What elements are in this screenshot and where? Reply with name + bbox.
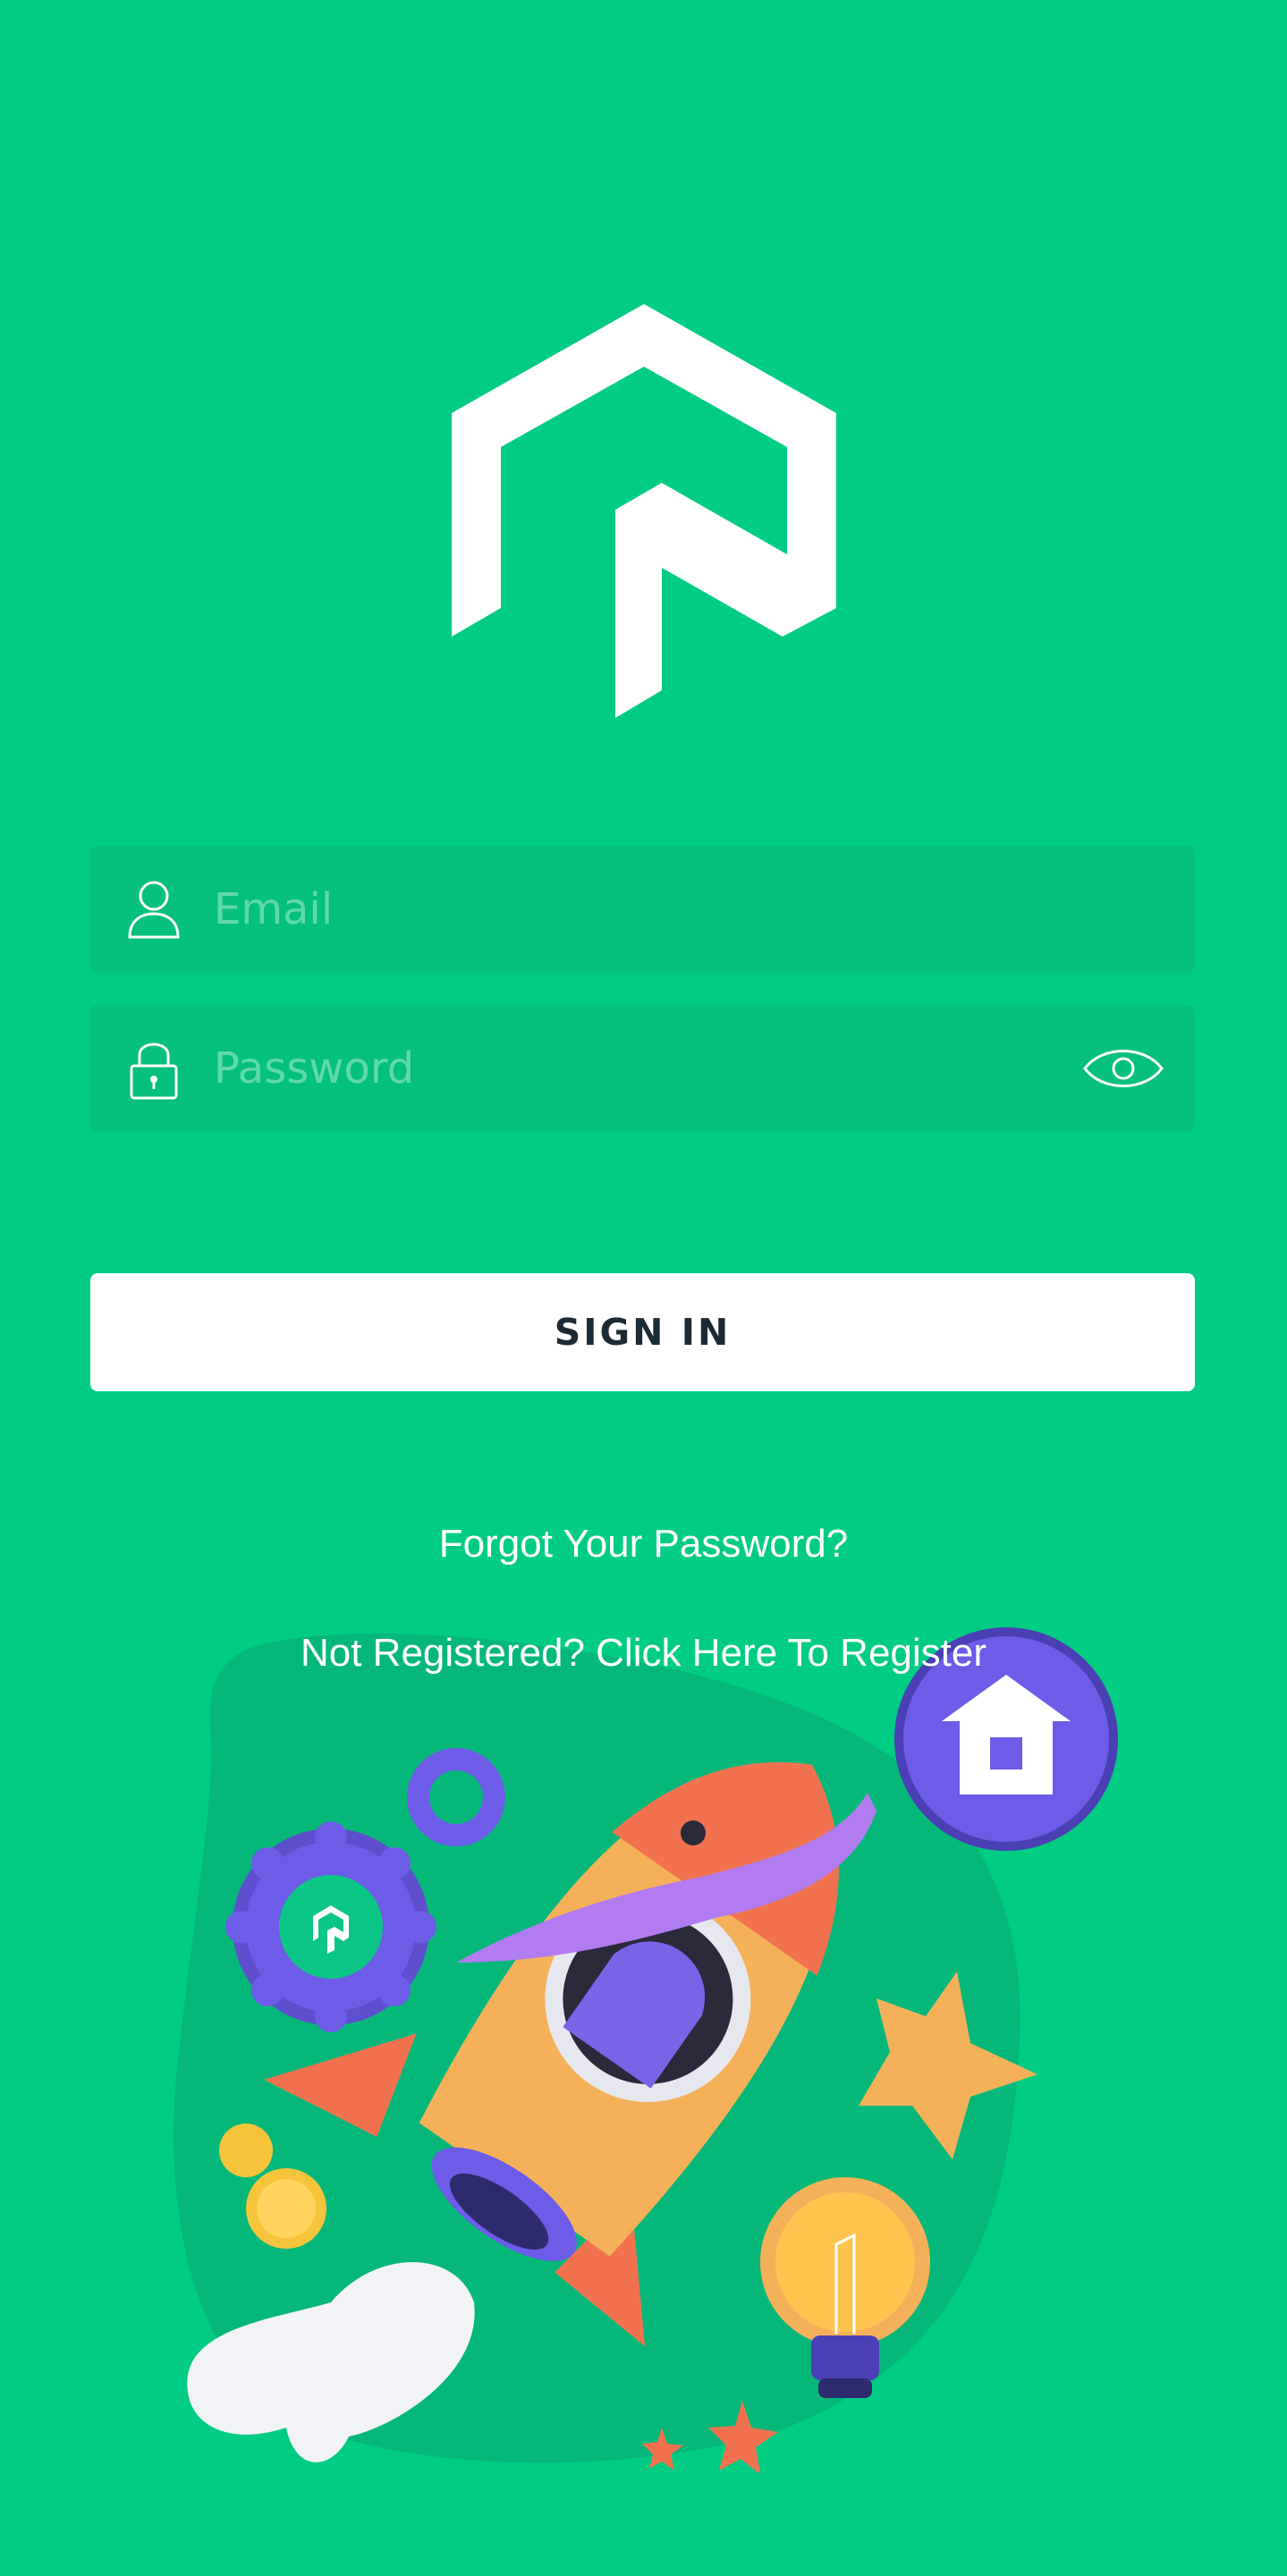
- sign-in-button[interactable]: SIGN IN: [90, 1273, 1195, 1391]
- rocket-illustration: [174, 1627, 1118, 2474]
- gear-icon: [225, 1821, 436, 2032]
- register-link[interactable]: Not Registered? Click Here To Register: [0, 1631, 1287, 1676]
- lock-icon: [130, 1043, 178, 1100]
- eye-icon[interactable]: [1082, 1043, 1164, 1094]
- forgot-password-link[interactable]: Forgot Your Password?: [0, 1522, 1287, 1567]
- app-logo: [452, 304, 836, 718]
- password-input[interactable]: [214, 1005, 1072, 1132]
- password-field[interactable]: [90, 1005, 1195, 1132]
- email-input[interactable]: [214, 846, 1072, 973]
- user-icon: [128, 881, 180, 939]
- email-field[interactable]: [90, 846, 1195, 973]
